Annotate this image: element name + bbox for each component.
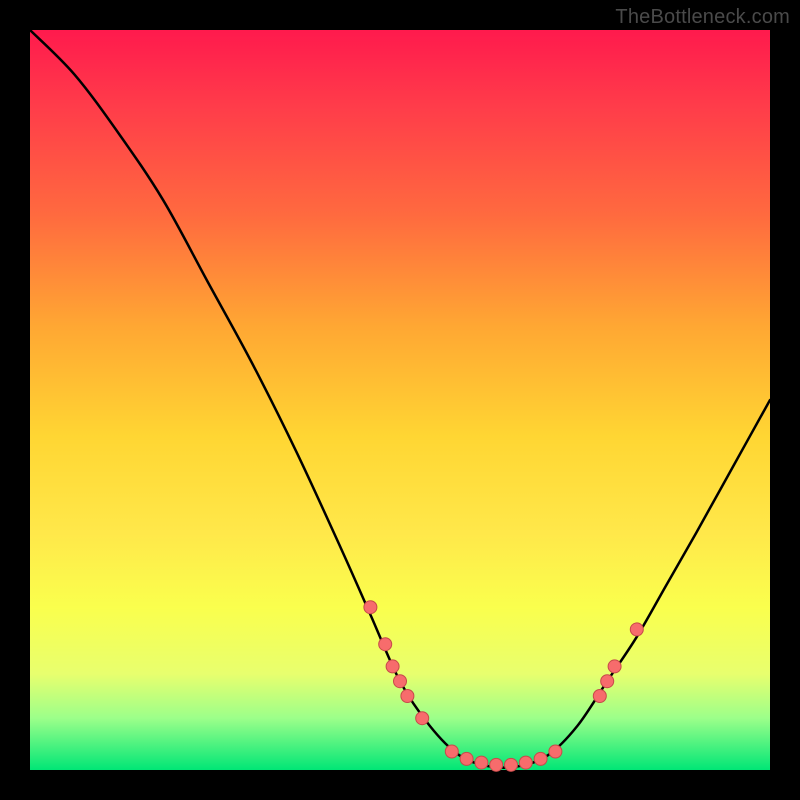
data-point [460,752,473,765]
data-point [445,745,458,758]
data-point [394,675,407,688]
data-point [593,690,606,703]
data-point [364,601,377,614]
data-point [505,758,518,771]
chart-frame: TheBottleneck.com [0,0,800,800]
data-point [534,752,547,765]
data-point [416,712,429,725]
data-point [475,756,488,769]
data-point [630,623,643,636]
data-point [379,638,392,651]
data-point [490,758,503,771]
plot-area [30,30,770,770]
bottleneck-curve [30,30,770,768]
data-point [401,690,414,703]
data-point [519,756,532,769]
chart-overlay [30,30,770,770]
data-points [364,601,643,772]
data-point [549,745,562,758]
data-point [608,660,621,673]
data-point [601,675,614,688]
data-point [386,660,399,673]
watermark-text: TheBottleneck.com [615,6,790,29]
